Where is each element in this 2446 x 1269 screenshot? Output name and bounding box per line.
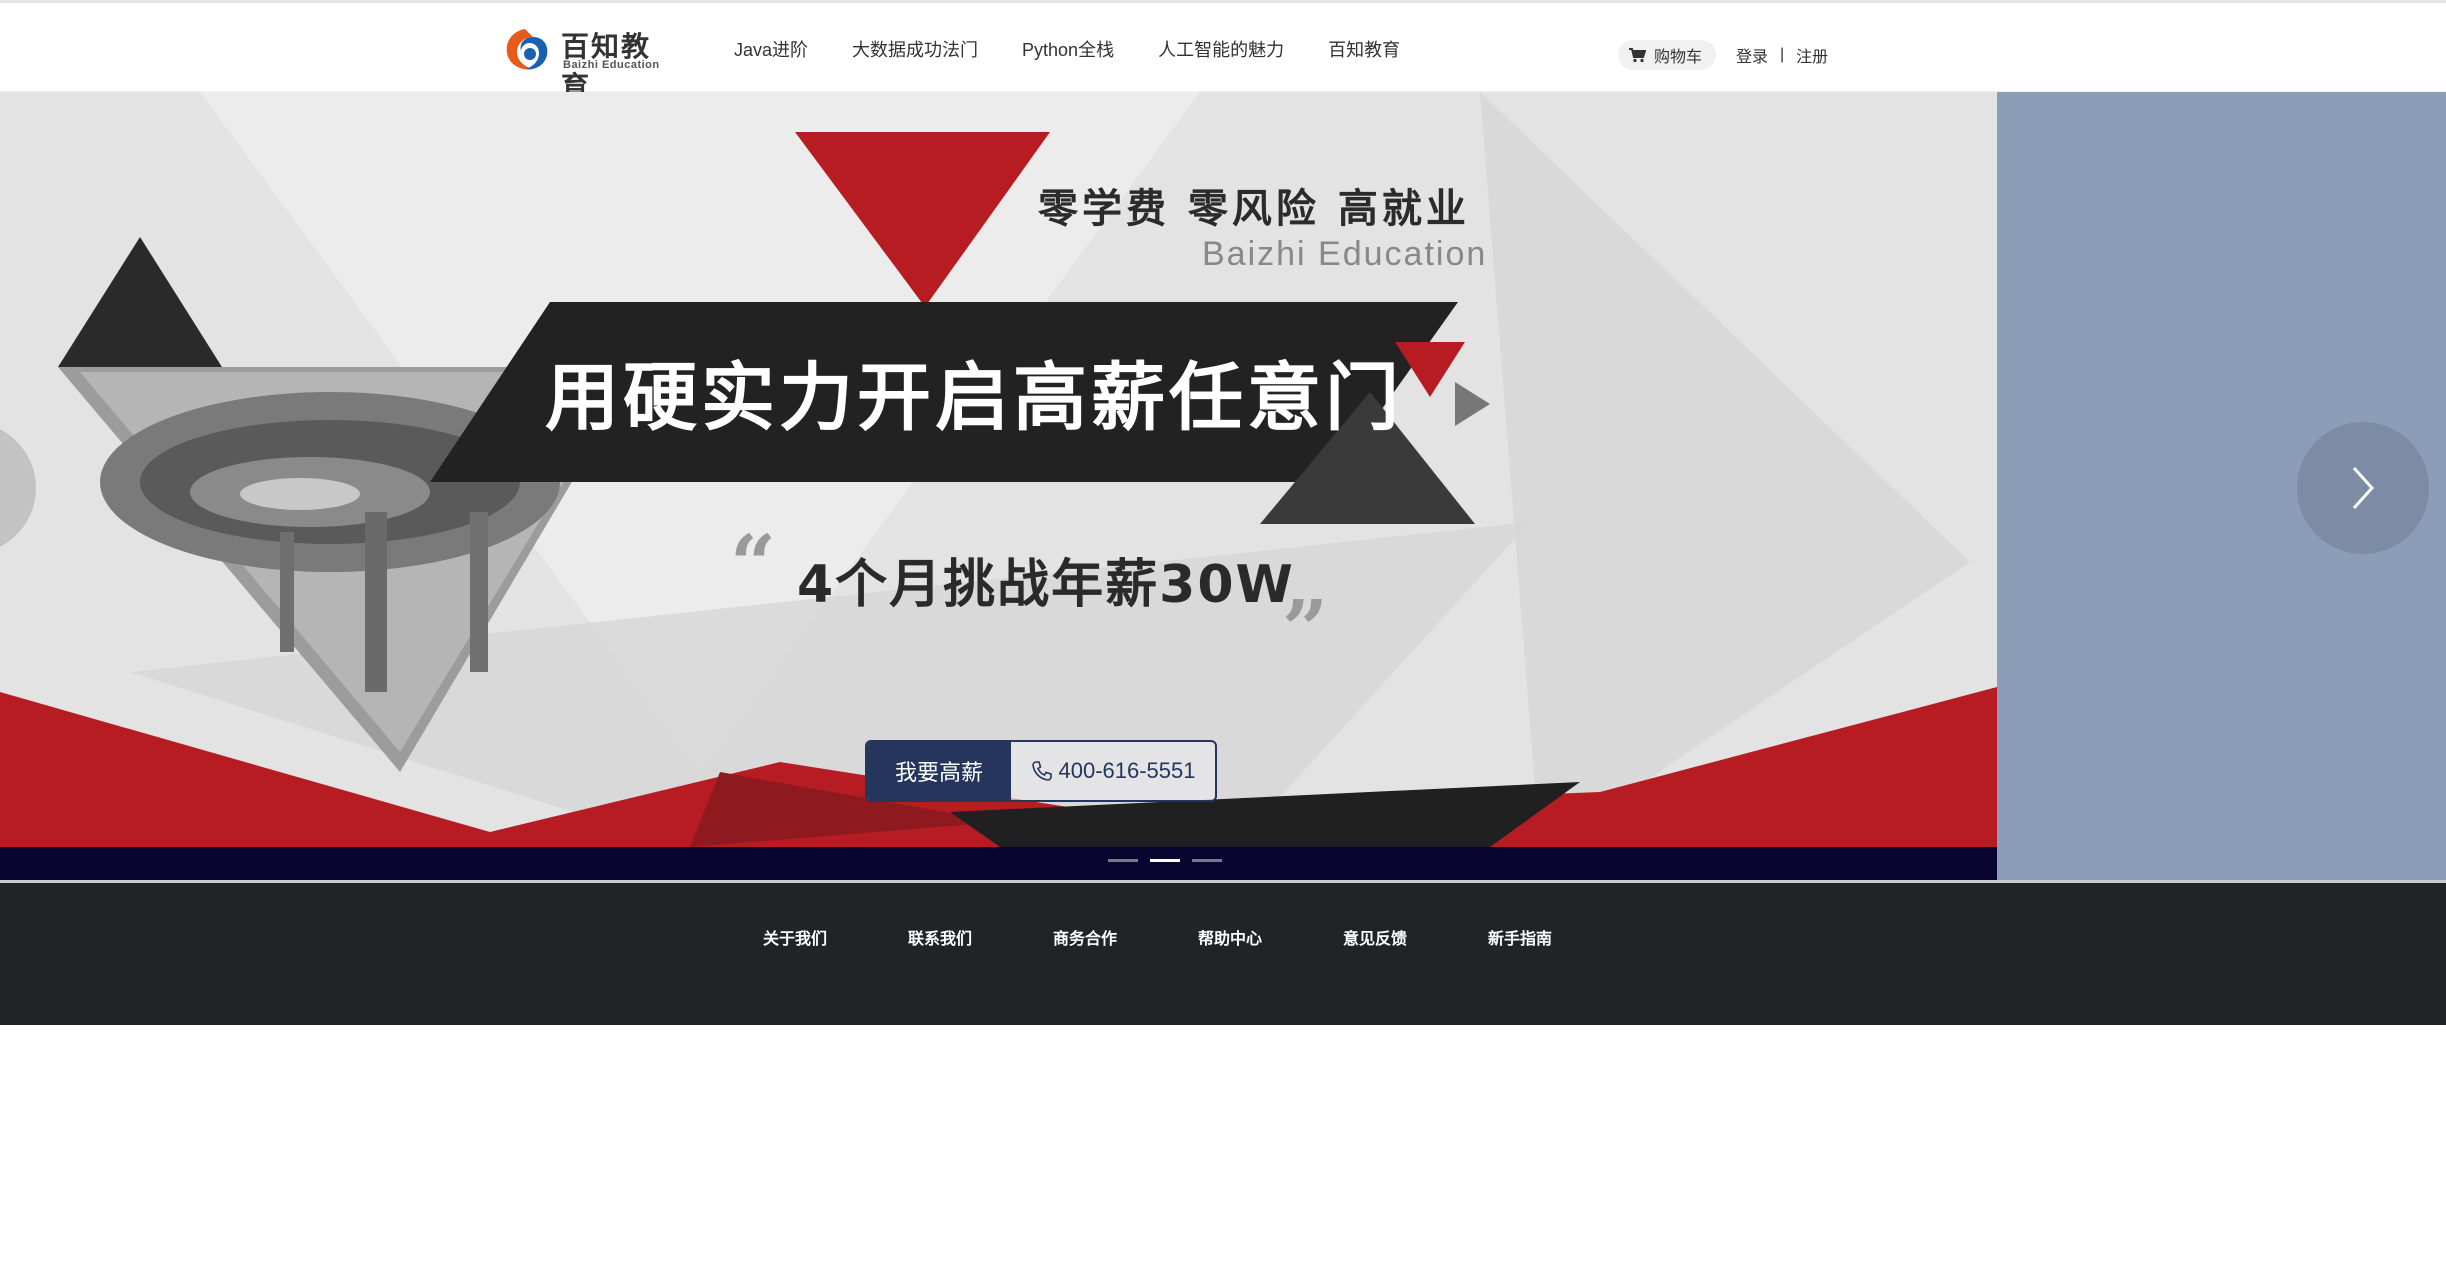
cart-icon	[1629, 48, 1646, 63]
main-nav: Java进阶 大数据成功法门 Python全栈 人工智能的魅力 百知教育	[734, 36, 1400, 62]
chevron-right-icon	[2352, 466, 2375, 510]
banner-main-title: 用硬实力开启高薪任意门	[545, 355, 1403, 441]
quote-open-icon: “	[730, 517, 777, 611]
banner-slogan-en: Baizhi Education	[1202, 235, 1488, 273]
footer-link-business[interactable]: 商务合作	[1053, 925, 1198, 949]
carousel-dot-1[interactable]	[1108, 859, 1138, 862]
phone-icon	[1032, 761, 1053, 781]
logo[interactable]: 百知教育 Baizhi Education	[503, 23, 673, 103]
banner-slogan: 零学费 零风险 高就业	[1038, 186, 1470, 232]
cta-group: 我要高薪 400-616-5551	[865, 740, 1217, 802]
nav-item-baizhi[interactable]: 百知教育	[1328, 36, 1400, 62]
hero-carousel: 零学费 零风险 高就业 Baizhi Education 用硬实力开启高薪任意门…	[0, 92, 2446, 882]
carousel-indicator-bar	[0, 847, 1997, 882]
carousel-next-button[interactable]	[2297, 422, 2429, 554]
auth-links: 登录 | 注册	[1736, 43, 1828, 67]
cart-label: 购物车	[1654, 49, 1703, 66]
apply-button[interactable]: 我要高薪	[867, 742, 1011, 800]
footer-link-feedback[interactable]: 意见反馈	[1343, 925, 1488, 949]
login-link[interactable]: 登录	[1736, 43, 1768, 67]
quote-close-icon: ”	[1282, 582, 1329, 676]
banner-sub-title: 4个月挑战年薪30W	[797, 555, 1295, 615]
banner-graphic	[0, 92, 1997, 847]
site-header: 百知教育 Baizhi Education Java进阶 大数据成功法门 Pyt…	[0, 3, 2446, 103]
footer-link-contact[interactable]: 联系我们	[908, 925, 1053, 949]
logo-icon	[506, 29, 548, 70]
phone-number: 400-616-5551	[1058, 758, 1196, 783]
footer-link-about[interactable]: 关于我们	[763, 925, 908, 949]
phone-button[interactable]: 400-616-5551	[1011, 742, 1215, 800]
footer-links: 关于我们 联系我们 商务合作 帮助中心 意见反馈 新手指南	[763, 925, 1633, 949]
nav-item-python[interactable]: Python全栈	[1022, 36, 1114, 62]
register-link[interactable]: 注册	[1796, 43, 1828, 67]
site-footer: 关于我们 联系我们 商务合作 帮助中心 意见反馈 新手指南	[0, 883, 2446, 1025]
footer-link-guide[interactable]: 新手指南	[1488, 925, 1633, 949]
cart-button[interactable]: 购物车	[1618, 40, 1717, 70]
nav-item-bigdata[interactable]: 大数据成功法门	[852, 36, 978, 62]
nav-item-ai[interactable]: 人工智能的魅力	[1158, 36, 1284, 62]
footer-link-help[interactable]: 帮助中心	[1198, 925, 1343, 949]
logo-subtext: Baizhi Education	[563, 59, 660, 71]
carousel-dot-2[interactable]	[1150, 859, 1180, 862]
auth-separator: |	[1780, 46, 1785, 63]
carousel-dot-3[interactable]	[1192, 859, 1222, 862]
nav-item-java[interactable]: Java进阶	[734, 36, 808, 62]
